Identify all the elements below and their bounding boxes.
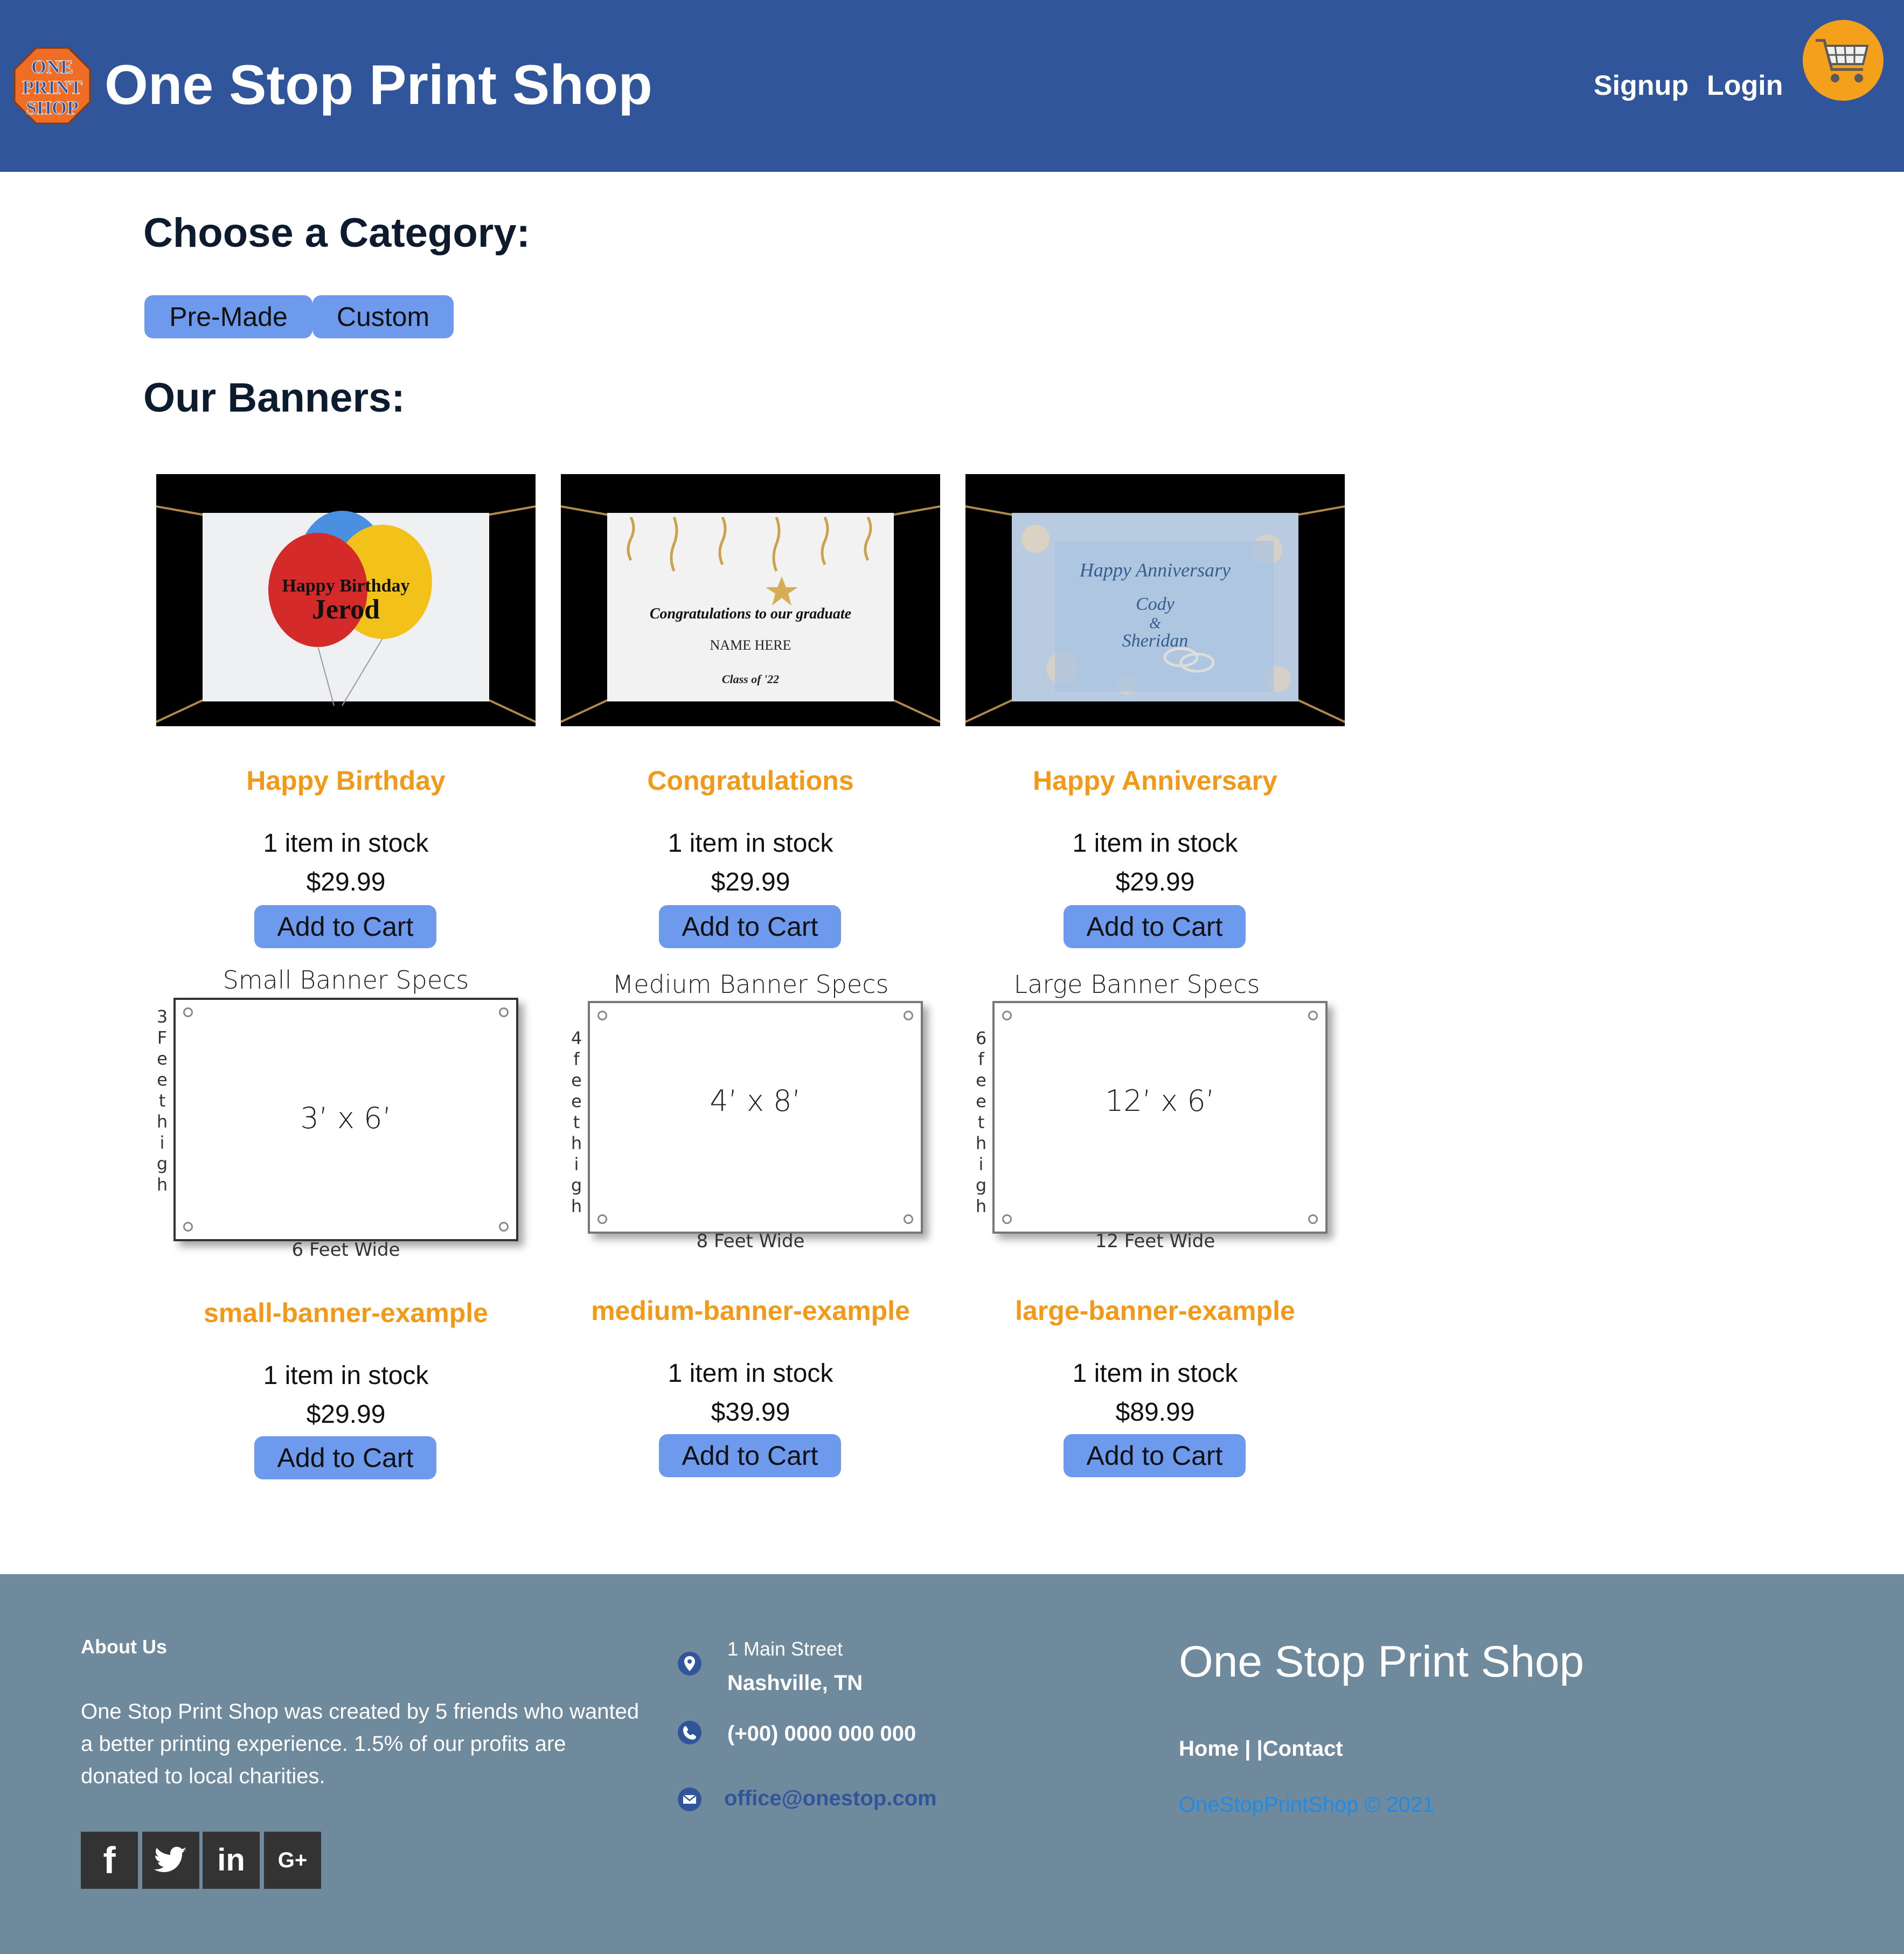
product-card: Congratulations to our graduate NAME HER… <box>561 474 940 1013</box>
twitter-icon <box>154 1847 186 1872</box>
site-title[interactable]: One Stop Print Shop <box>105 47 652 123</box>
product-image[interactable]: Small Banner Specs 3’ x 6’ 3Feethigh 6 F… <box>156 964 536 1266</box>
email-icon <box>678 1788 701 1811</box>
phone-number[interactable]: (+00) 0000 000 000 <box>727 1722 916 1746</box>
product-image[interactable]: Congratulations to our graduate NAME HER… <box>561 474 940 726</box>
category-premade-button[interactable]: Pre-Made <box>144 295 312 338</box>
copyright-text[interactable]: OneStopPrintShop © 2021 <box>1179 1793 1434 1817</box>
product-image[interactable]: Happy Anniversary Cody & Sheridan <box>965 474 1345 726</box>
add-to-cart-button[interactable]: Add to Cart <box>254 1436 436 1479</box>
stock-text: 1 item in stock <box>1072 829 1238 858</box>
product-image[interactable]: Happy Birthday Jerod <box>156 474 536 726</box>
twitter-button[interactable] <box>142 1832 199 1889</box>
add-to-cart-button[interactable]: Add to Cart <box>1064 1434 1246 1477</box>
linkedin-icon: in <box>217 1842 245 1877</box>
spec-height-label: 4feethigh <box>571 1028 582 1216</box>
spec-height-label: 6feethigh <box>975 1028 987 1216</box>
price-text: $39.99 <box>711 1398 790 1427</box>
spec-height-label: 3Feethigh <box>156 1006 168 1195</box>
footer-links[interactable]: Home | |Contact <box>1179 1737 1343 1761</box>
product-image[interactable]: Medium Banner Specs 4’ x 8’ 4feethigh 8 … <box>561 964 940 1266</box>
product-title[interactable]: Happy Anniversary <box>965 765 1345 796</box>
svg-text:SHOP: SHOP <box>26 97 79 119</box>
spec-dimensions: 3’ x 6’ <box>300 1101 392 1135</box>
svg-text:Happy Anniversary: Happy Anniversary <box>1079 559 1231 581</box>
spec-title: Medium Banner Specs <box>612 970 889 999</box>
svg-text:&: & <box>1149 615 1161 632</box>
stock-text: 1 item in stock <box>263 829 429 858</box>
product-title[interactable]: small-banner-example <box>156 1297 536 1329</box>
spec-title: Small Banner Specs <box>223 965 469 995</box>
add-to-cart-button[interactable]: Add to Cart <box>254 905 436 948</box>
svg-text:Congratulations to our graduat: Congratulations to our graduate <box>650 606 851 622</box>
spec-width-label: 6 Feet Wide <box>291 1239 400 1261</box>
facebook-icon: f <box>103 1839 116 1881</box>
category-custom-button[interactable]: Custom <box>312 295 454 338</box>
linkedin-button[interactable]: in <box>203 1832 260 1889</box>
spec-width-label: 12 Feet Wide <box>1095 1230 1215 1252</box>
svg-text:Cody: Cody <box>1136 594 1175 614</box>
spec-dimensions: 4’ x 8’ <box>710 1084 801 1118</box>
site-footer: About Us One Stop Print Shop was created… <box>0 1574 1904 1954</box>
logo-icon[interactable]: ONE PRINT SHOP <box>13 46 92 125</box>
shopping-cart-icon <box>1816 39 1869 82</box>
price-text: $89.99 <box>1115 1398 1195 1427</box>
signup-link[interactable]: Signup <box>1594 68 1688 103</box>
about-text: One Stop Print Shop was created by 5 fri… <box>81 1700 640 1788</box>
spec-dimensions: 12’ x 6’ <box>1105 1084 1215 1118</box>
product-card: Happy Birthday Jerod Happy Birthday 1 it… <box>156 474 536 1013</box>
svg-text:Happy Birthday: Happy Birthday <box>282 576 409 596</box>
spec-title: Large Banner Specs <box>1013 970 1260 999</box>
google-plus-button[interactable]: G+ <box>264 1832 321 1889</box>
spec-board: 4’ x 8’ <box>588 1001 923 1234</box>
svg-text:Class of '22: Class of '22 <box>722 672 779 686</box>
stock-text: 1 item in stock <box>668 1359 833 1388</box>
login-link[interactable]: Login <box>1707 68 1783 103</box>
stock-text: 1 item in stock <box>1072 1359 1238 1388</box>
add-to-cart-button[interactable]: Add to Cart <box>1064 905 1246 948</box>
product-title[interactable]: Happy Birthday <box>156 765 536 796</box>
banners-heading: Our Banners: <box>143 375 405 421</box>
price-text: $29.99 <box>306 868 386 896</box>
cart-button[interactable] <box>1803 20 1884 101</box>
add-to-cart-button[interactable]: Add to Cart <box>659 905 841 948</box>
product-title[interactable]: medium-banner-example <box>561 1295 940 1326</box>
svg-text:ONE: ONE <box>31 56 73 78</box>
about-heading: About Us <box>81 1636 167 1658</box>
price-text: $29.99 <box>306 1400 386 1429</box>
location-pin-icon <box>678 1652 701 1675</box>
price-text: $29.99 <box>1115 868 1195 896</box>
add-to-cart-button[interactable]: Add to Cart <box>659 1434 841 1477</box>
stock-text: 1 item in stock <box>263 1361 429 1390</box>
email-link[interactable]: office@onestop.com <box>724 1786 937 1811</box>
svg-text:PRINT: PRINT <box>22 77 82 98</box>
google-plus-icon: G+ <box>277 1848 308 1872</box>
product-card: Large Banner Specs 12’ x 6’ 6feethigh 12… <box>965 964 1345 1503</box>
spec-board: 3’ x 6’ <box>173 998 518 1241</box>
product-title[interactable]: Congratulations <box>561 765 940 796</box>
footer-brand: One Stop Print Shop <box>1179 1637 1585 1686</box>
svg-text:Jerod: Jerod <box>312 594 380 625</box>
product-image[interactable]: Large Banner Specs 12’ x 6’ 6feethigh 12… <box>965 964 1345 1266</box>
product-card: Happy Anniversary Cody & Sheridan Happy … <box>965 474 1345 1013</box>
product-card: Medium Banner Specs 4’ x 8’ 4feethigh 8 … <box>561 964 940 1503</box>
product-title[interactable]: large-banner-example <box>965 1295 1345 1326</box>
category-heading: Choose a Category: <box>143 210 530 256</box>
address-line1: 1 Main Street <box>727 1638 843 1660</box>
spec-board: 12’ x 6’ <box>992 1001 1328 1234</box>
product-card: Small Banner Specs 3’ x 6’ 3Feethigh 6 F… <box>156 964 536 1503</box>
spec-width-label: 8 Feet Wide <box>696 1230 805 1252</box>
svg-text:NAME HERE: NAME HERE <box>710 637 791 653</box>
stock-text: 1 item in stock <box>668 829 833 858</box>
address-line2: Nashville, TN <box>727 1671 863 1695</box>
phone-icon <box>678 1721 701 1744</box>
facebook-button[interactable]: f <box>81 1832 138 1889</box>
price-text: $29.99 <box>711 868 790 896</box>
site-header: ONE PRINT SHOP One Stop Print Shop Signu… <box>0 0 1904 172</box>
